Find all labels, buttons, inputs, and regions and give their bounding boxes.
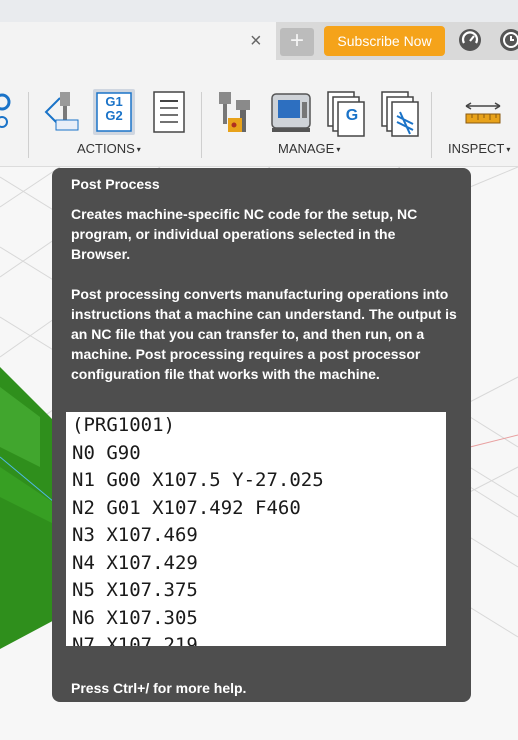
partial-tool-icon[interactable] — [0, 92, 16, 137]
nc-letter: G — [345, 107, 359, 124]
g2-label: G2 — [105, 108, 123, 123]
code-line: N0 G90 — [72, 441, 141, 464]
browser-top-strip — [0, 0, 518, 22]
post-library-icon[interactable] — [380, 90, 420, 143]
nc-code-lines: (PRG1001) N0 G90 N1 G00 X107.5 Y-27.025 … — [66, 412, 324, 646]
inspect-label: INSPECT — [448, 141, 505, 156]
code-line: N6 X107.305 — [72, 606, 198, 629]
code-line: (PRG1001) — [72, 414, 175, 436]
toolbar-separator — [201, 92, 202, 158]
new-tab-button[interactable]: + — [280, 28, 314, 56]
subscribe-now-button[interactable]: Subscribe Now — [324, 26, 445, 56]
nc-program-icon[interactable]: G — [326, 90, 366, 143]
tooltip-description: Creates machine-specific NC code for the… — [71, 206, 418, 262]
actions-menu[interactable]: ACTIONS ▾ — [77, 141, 141, 156]
code-line: N1 G00 X107.5 Y-27.025 — [72, 469, 324, 491]
toolbar-separator — [28, 92, 29, 158]
chevron-down-icon: ▾ — [506, 145, 511, 155]
browser-tab-bar: × + Subscribe Now — [0, 22, 518, 60]
toolbar-separator — [431, 92, 432, 158]
gauge-icon[interactable] — [459, 29, 481, 51]
tool-library-icon[interactable] — [216, 90, 256, 141]
manage-menu[interactable]: MANAGE ▾ — [278, 141, 340, 156]
ribbon-toolbar: G1 G2 ACTIONS ▾ G MANAGE ▾ INSPECT ▾ — [0, 60, 518, 167]
tooltip-help-hint: Press Ctrl+/ for more help. — [71, 680, 247, 696]
code-line: N5 X107.375 — [72, 579, 198, 601]
inspect-menu[interactable]: INSPECT ▾ — [448, 141, 510, 156]
tooltip-details: Post processing converts manufacturing o… — [71, 286, 457, 382]
post-process-tooltip: Post Process Creates machine-specific NC… — [52, 168, 471, 702]
setup-sheet-icon[interactable] — [152, 90, 186, 139]
code-line: N2 G01 X107.492 F460 — [72, 496, 301, 519]
close-tab-icon[interactable]: × — [250, 31, 262, 51]
chevron-down-icon: ▾ — [336, 145, 341, 155]
post-process-button[interactable]: G1 G2 — [93, 89, 135, 135]
active-tab[interactable] — [0, 22, 276, 60]
code-line: N7 X107.219 — [72, 634, 198, 646]
tooltip-title: Post Process — [71, 176, 160, 192]
clock-icon[interactable] — [500, 29, 518, 51]
measure-icon[interactable] — [464, 100, 504, 131]
code-line: N4 X107.429 — [72, 551, 198, 574]
actions-label: ACTIONS — [77, 141, 135, 156]
simulate-icon[interactable] — [42, 90, 86, 139]
g1-label: G1 — [105, 94, 123, 109]
chevron-down-icon: ▾ — [136, 145, 141, 155]
manage-label: MANAGE — [278, 141, 335, 156]
nc-code-preview: (PRG1001) N0 G90 N1 G00 X107.5 Y-27.025 … — [66, 412, 446, 646]
machine-library-icon[interactable] — [270, 90, 312, 139]
code-line: N3 X107.469 — [72, 524, 198, 546]
